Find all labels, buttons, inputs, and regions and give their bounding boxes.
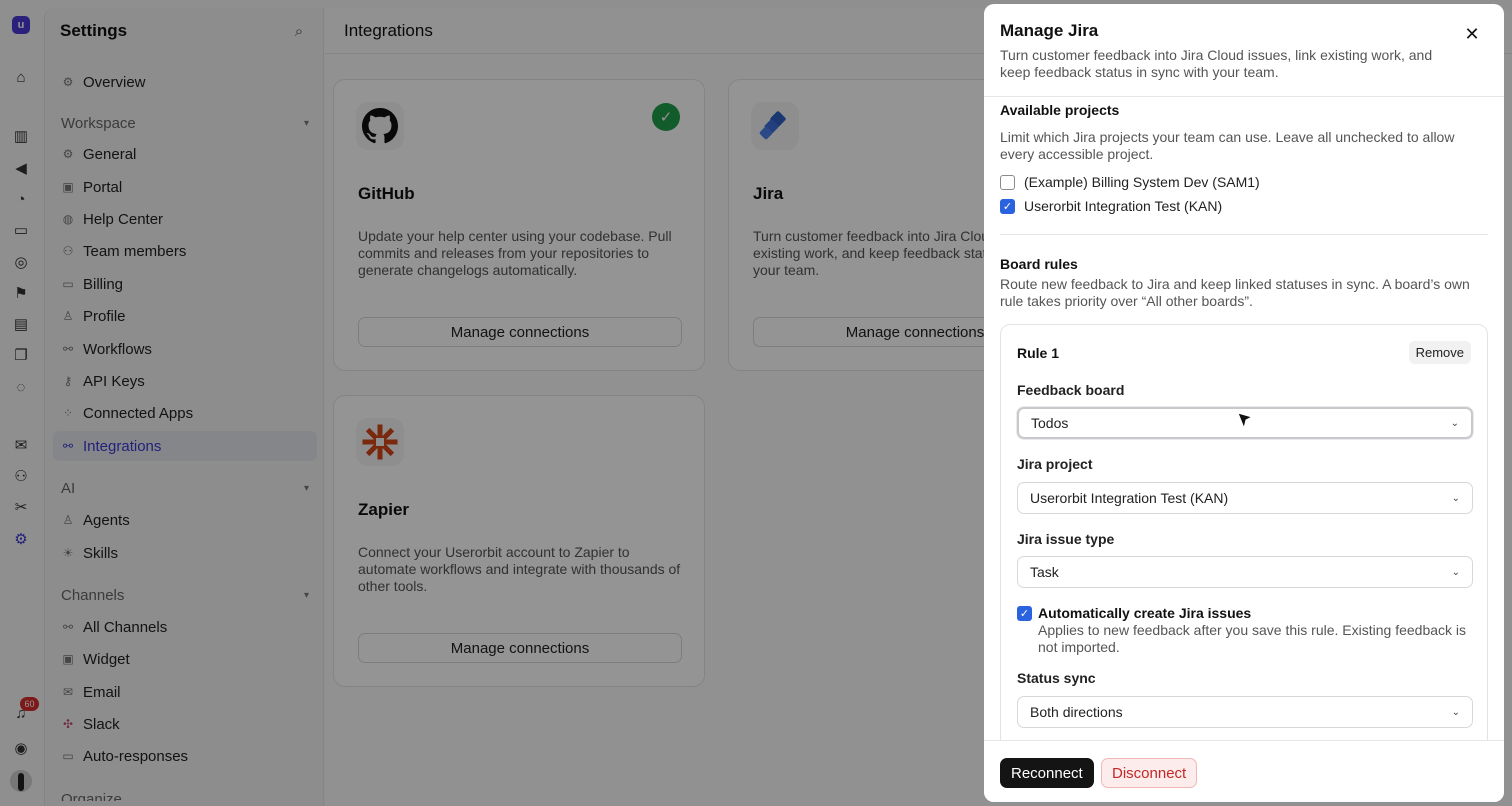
available-projects-desc: Limit which Jira projects your team can …	[1000, 129, 1455, 162]
rule-title: Rule 1	[1017, 345, 1060, 361]
auto-create-label: Automatically create Jira issues	[1038, 605, 1252, 621]
checkbox-checked[interactable]: ✓	[1000, 198, 1015, 214]
status-sync-select[interactable]: Both directions ⌄	[1017, 696, 1473, 728]
remove-rule-button[interactable]: Remove	[1408, 341, 1471, 364]
feedback-board-label: Feedback board	[1017, 382, 1125, 398]
mouse-cursor-icon	[1237, 412, 1253, 430]
available-projects-heading: Available projects	[1000, 102, 1120, 118]
select-value: Both directions	[1030, 704, 1123, 720]
project-label: (Example) Billing System Dev (SAM1)	[1024, 174, 1260, 190]
issue-type-select[interactable]: Task ⌄	[1017, 556, 1473, 588]
drawer-title: Manage Jira	[1000, 21, 1099, 40]
checkbox[interactable]	[1000, 174, 1015, 190]
drawer-footer: Reconnect Disconnect	[984, 740, 1504, 802]
disconnect-button[interactable]: Disconnect	[1101, 758, 1198, 788]
chevron-down-icon: ⌄	[1451, 706, 1460, 718]
manage-jira-drawer: Manage Jira Turn customer feedback into …	[984, 4, 1504, 802]
drawer-subtitle: Turn customer feedback into Jira Cloud i…	[1000, 47, 1433, 80]
close-icon[interactable]: ✕	[1462, 24, 1482, 44]
project-option[interactable]: ✓ Userorbit Integration Test (KAN)	[1000, 198, 1222, 214]
select-value: Userorbit Integration Test (KAN)	[1030, 490, 1229, 506]
reconnect-button[interactable]: Reconnect	[1000, 758, 1094, 788]
status-sync-label: Status sync	[1017, 670, 1096, 686]
select-value: Todos	[1031, 415, 1069, 431]
jira-project-label: Jira project	[1017, 456, 1093, 472]
auto-create-desc: Applies to new feedback after you save t…	[1038, 622, 1467, 655]
project-label: Userorbit Integration Test (KAN)	[1024, 198, 1223, 214]
chevron-down-icon: ⌄	[1451, 566, 1460, 578]
chevron-down-icon: ⌄	[1450, 417, 1459, 429]
select-value: Task	[1030, 564, 1059, 580]
jira-project-select[interactable]: Userorbit Integration Test (KAN) ⌄	[1017, 482, 1473, 514]
drawer-header: Manage Jira Turn customer feedback into …	[984, 4, 1504, 97]
board-rules-desc: Route new feedback to Jira and keep link…	[1000, 276, 1470, 309]
board-rules-heading: Board rules	[1000, 256, 1078, 272]
chevron-down-icon: ⌄	[1451, 492, 1460, 504]
divider	[1000, 234, 1488, 235]
rule-card: Rule 1 Remove Feedback board Todos ⌄ Jir…	[1000, 324, 1488, 740]
issue-type-label: Jira issue type	[1017, 531, 1115, 547]
checkbox-checked[interactable]: ✓	[1017, 606, 1032, 621]
project-option[interactable]: (Example) Billing System Dev (SAM1)	[1000, 174, 1260, 190]
